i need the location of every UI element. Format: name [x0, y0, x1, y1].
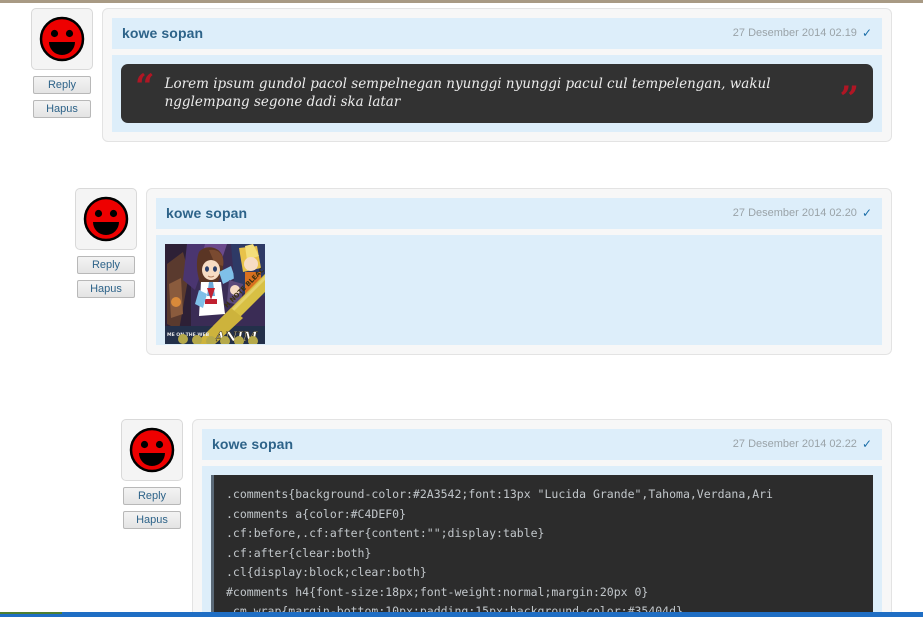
comment-content-1: “ Lorem ipsum gundol pacol sempelnegan n… — [112, 55, 882, 133]
comment-meta-3: 27 Desember 2014 02.22 ✓ — [733, 438, 872, 450]
comment-author: kowe sopan — [212, 436, 294, 452]
comment-content-3: .comments{background-color:#2A3542;font:… — [202, 466, 882, 615]
code-line: .cf:after{clear:both} — [226, 545, 372, 560]
svg-text:ME ON THE WEB: ME ON THE WEB — [167, 332, 210, 338]
code-line: .comments{background-color:#2A3542;font:… — [226, 487, 773, 501]
avatar[interactable] — [121, 419, 183, 481]
red-smiley-icon — [129, 427, 175, 473]
comment-thread-2: Reply Hapus kowe sopan 27 Desember 2014 … — [72, 188, 894, 355]
comment-body-2: kowe sopan 27 Desember 2014 02.20 ✓ H NO… — [146, 188, 892, 355]
comment-author: kowe sopan — [166, 205, 248, 221]
comment-sidebar-2: Reply Hapus — [72, 188, 140, 298]
comment-sidebar-3: Reply Hapus — [118, 419, 186, 529]
quote-open-icon: “ — [135, 67, 155, 107]
code-line: .comments a{color:#C4DEF0} — [226, 506, 407, 521]
red-smiley-icon — [39, 16, 85, 62]
reply-button[interactable]: Reply — [77, 256, 135, 274]
code-line: .cf:before,.cf:after{content:"";display:… — [226, 526, 545, 540]
bottom-status-bar — [0, 612, 923, 617]
bottom-bar-accent — [0, 612, 62, 614]
verified-check-icon: ✓ — [861, 437, 872, 451]
reply-button[interactable]: Reply — [123, 487, 181, 505]
comment-body-1: kowe sopan 27 Desember 2014 02.19 ✓ “ Lo… — [102, 8, 892, 143]
avatar[interactable] — [31, 8, 93, 70]
code-line: #comments h4{font-size:18px;font-weight:… — [226, 584, 649, 599]
red-smiley-icon — [83, 196, 129, 242]
comment-content-2: H NOTE BLEAC ME ON THE WEB ANIM — [156, 235, 882, 345]
code-line: .cl{display:block;clear:both} — [226, 565, 427, 579]
quote-close-icon: ” — [839, 78, 859, 119]
comment-body-3: kowe sopan 27 Desember 2014 02.22 ✓ .com… — [192, 419, 892, 617]
reply-button[interactable]: Reply — [33, 76, 91, 94]
comment-author: kowe sopan — [122, 25, 204, 41]
avatar[interactable] — [75, 188, 137, 250]
comment-timestamp: 27 Desember 2014 02.19 — [732, 27, 857, 39]
verified-check-icon: ✓ — [861, 206, 872, 220]
comment-thread-3: Reply Hapus kowe sopan 27 Desember 2014 … — [118, 419, 923, 617]
comment-timestamp: 27 Desember 2014 02.20 — [732, 207, 857, 219]
delete-button[interactable]: Hapus — [77, 280, 135, 298]
comments-page: Reply Hapus kowe sopan 27 Desember 2014 … — [0, 3, 923, 617]
comment-thread-1: Reply Hapus kowe sopan 27 Desember 2014 … — [28, 8, 896, 143]
comment-meta-1: 27 Desember 2014 02.19 ✓ — [733, 27, 872, 39]
delete-button[interactable]: Hapus — [33, 100, 91, 118]
comment-header-2: kowe sopan 27 Desember 2014 02.20 ✓ — [156, 198, 882, 229]
verified-check-icon: ✓ — [861, 26, 872, 40]
comment-sidebar-1: Reply Hapus — [28, 8, 96, 118]
code-block[interactable]: .comments{background-color:#2A3542;font:… — [211, 475, 873, 615]
quote-block: “ Lorem ipsum gundol pacol sempelnegan n… — [121, 64, 873, 124]
comment-timestamp: 27 Desember 2014 02.22 — [732, 438, 857, 450]
attached-image[interactable]: H NOTE BLEAC ME ON THE WEB ANIM — [165, 244, 265, 344]
comment-meta-2: 27 Desember 2014 02.20 ✓ — [733, 207, 872, 219]
comment-header-3: kowe sopan 27 Desember 2014 02.22 ✓ — [202, 429, 882, 460]
delete-button[interactable]: Hapus — [123, 511, 181, 529]
quote-text: Lorem ipsum gundol pacol sempelnegan nyu… — [164, 76, 771, 111]
comment-header-1: kowe sopan 27 Desember 2014 02.19 ✓ — [112, 18, 882, 49]
